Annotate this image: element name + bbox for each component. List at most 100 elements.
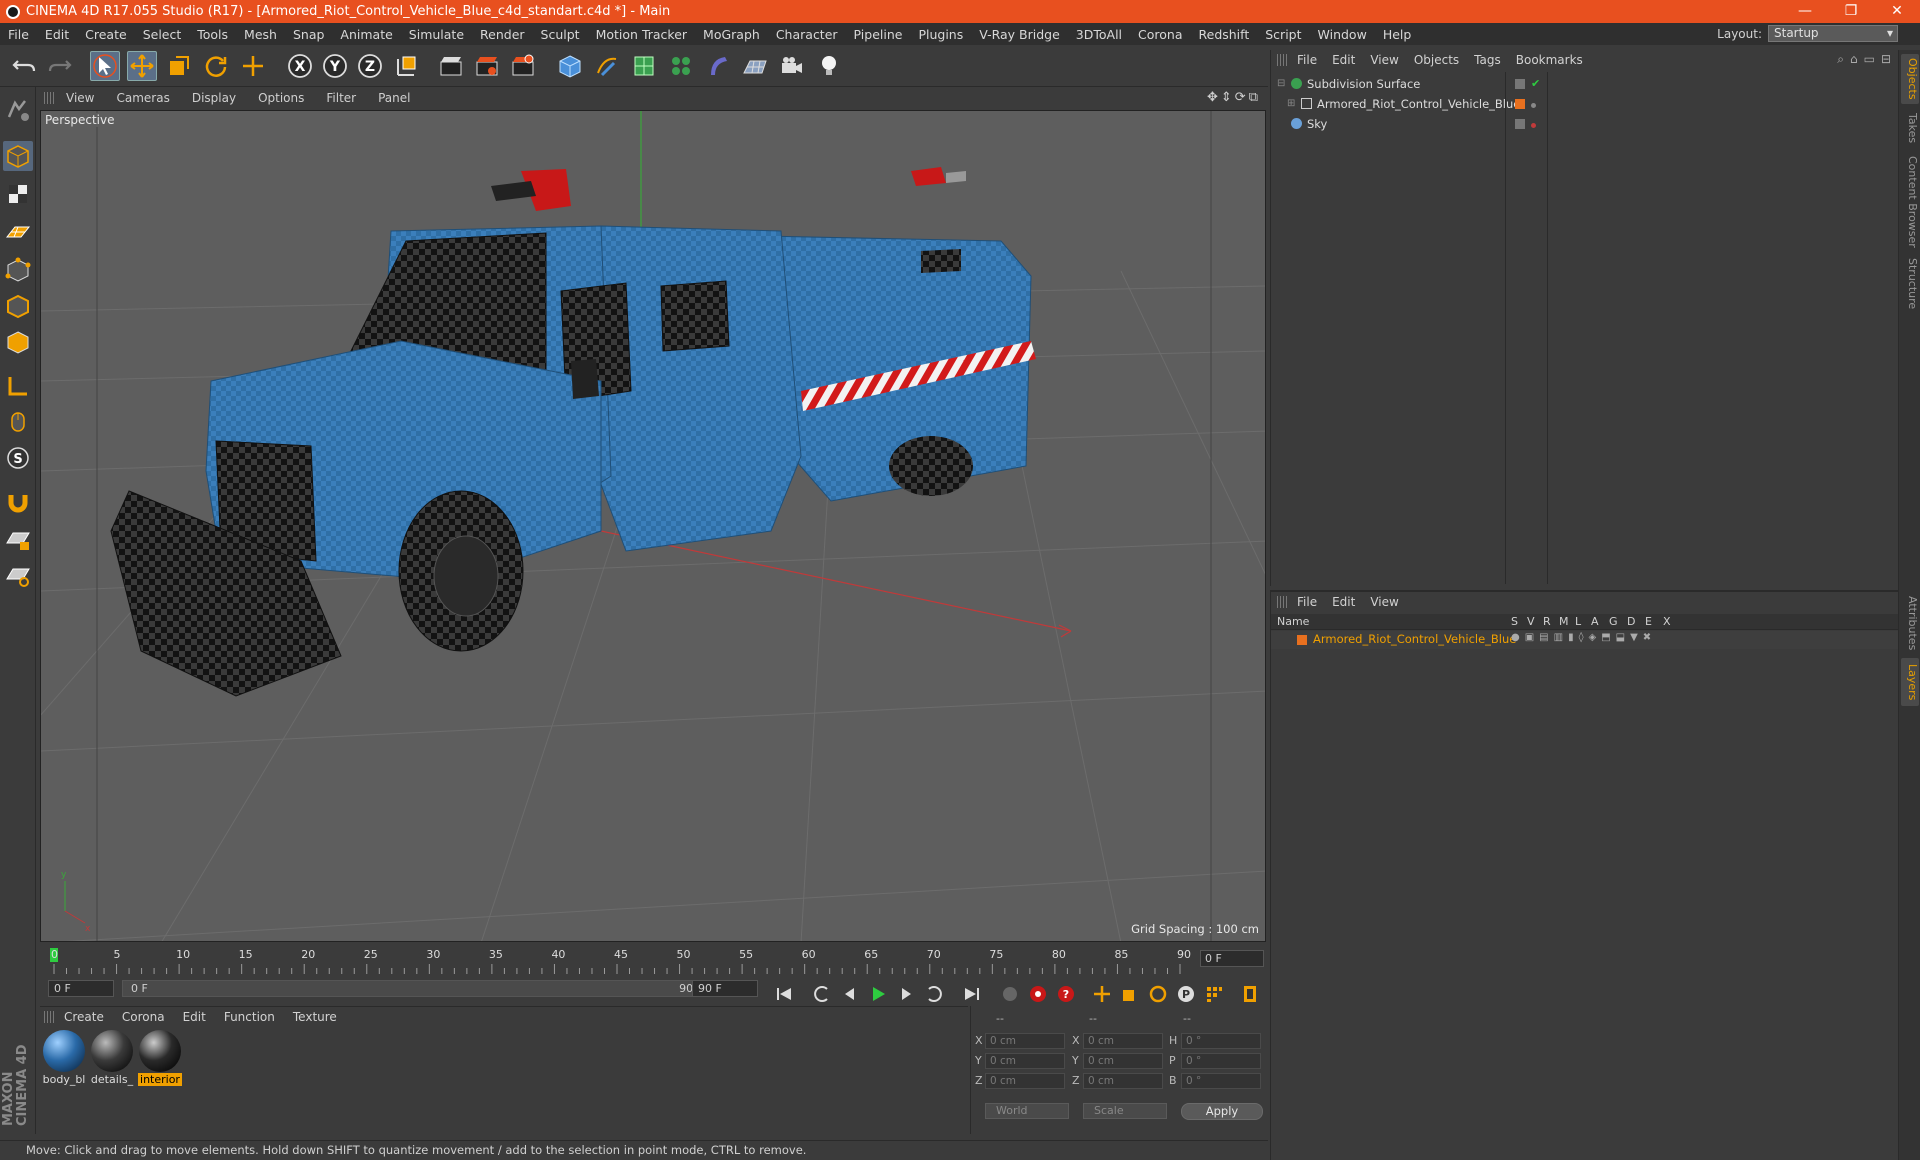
material-interior[interactable]: interior bbox=[138, 1030, 182, 1086]
live-selection-tool[interactable] bbox=[90, 51, 120, 81]
next-frame-button[interactable] bbox=[894, 982, 918, 1006]
deformer-button[interactable] bbox=[703, 51, 733, 81]
menu-motion-tracker[interactable]: Motion Tracker bbox=[588, 27, 695, 42]
rotate-tool[interactable] bbox=[201, 51, 231, 81]
size-mode-select[interactable]: Scale bbox=[1083, 1103, 1167, 1119]
object-menu-view[interactable]: View bbox=[1362, 53, 1405, 67]
material-menu-corona[interactable]: Corona bbox=[114, 1010, 175, 1024]
current-frame-field[interactable]: 0 F bbox=[1200, 950, 1264, 967]
menu-edit[interactable]: Edit bbox=[37, 27, 77, 42]
timeline-window-button[interactable] bbox=[1238, 982, 1262, 1006]
menu-select[interactable]: Select bbox=[135, 27, 190, 42]
workplane-mode-button[interactable] bbox=[3, 217, 33, 247]
points-mode-button[interactable] bbox=[3, 255, 33, 285]
viewport-menu-panel[interactable]: Panel bbox=[368, 91, 422, 105]
key-scale-toggle[interactable] bbox=[1118, 982, 1142, 1006]
tweak-mode-button[interactable] bbox=[3, 407, 33, 437]
visibility-dots-icon[interactable] bbox=[1531, 97, 1536, 111]
menu-simulate[interactable]: Simulate bbox=[401, 27, 472, 42]
menu-help[interactable]: Help bbox=[1375, 27, 1420, 42]
key-rotation-toggle[interactable] bbox=[1146, 982, 1170, 1006]
previous-keyframe-button[interactable] bbox=[810, 982, 834, 1006]
object-menu-edit[interactable]: Edit bbox=[1324, 53, 1362, 67]
menu-window[interactable]: Window bbox=[1310, 27, 1375, 42]
record-position-button[interactable] bbox=[998, 982, 1022, 1006]
object-row-armored-vehicle[interactable]: ⊞ Armored_Riot_Control_Vehicle_Blue bbox=[1275, 94, 1895, 113]
menu-tools[interactable]: Tools bbox=[189, 27, 236, 42]
menu-corona[interactable]: Corona bbox=[1130, 27, 1190, 42]
material-menu-texture[interactable]: Texture bbox=[285, 1010, 347, 1024]
object-menu-bookmarks[interactable]: Bookmarks bbox=[1508, 53, 1590, 67]
rotation-p-field[interactable]: 0 ° bbox=[1181, 1053, 1261, 1069]
viewport-pan-icon[interactable]: ✥ bbox=[1207, 90, 1218, 105]
tree-collapse-icon[interactable]: ⊟ bbox=[1277, 78, 1285, 89]
object-row-sky[interactable]: Sky bbox=[1275, 114, 1895, 133]
enabled-check-icon[interactable]: ✔ bbox=[1531, 77, 1540, 90]
z-axis-lock[interactable]: Z bbox=[355, 51, 385, 81]
previous-frame-button[interactable] bbox=[838, 982, 862, 1006]
tab-layers[interactable]: Layers bbox=[1901, 658, 1919, 706]
material-body-bl[interactable]: body_bl bbox=[42, 1030, 86, 1086]
layer-color-swatch[interactable] bbox=[1297, 635, 1307, 645]
key-pla-toggle[interactable] bbox=[1202, 982, 1226, 1006]
scale-tool[interactable] bbox=[164, 51, 194, 81]
workplane-rotate-button[interactable] bbox=[3, 561, 33, 591]
timeline-ruler[interactable]: 0 5 10 15 20 25 30 35 40 45 50 55 60 65 70 75 80 85 90 bbox=[40, 944, 1266, 978]
render-view-button[interactable] bbox=[436, 51, 466, 81]
camera-button[interactable] bbox=[777, 51, 807, 81]
viewport-maximize-icon[interactable]: ⧉ bbox=[1249, 90, 1258, 105]
menu-script[interactable]: Script bbox=[1257, 27, 1309, 42]
snap-toggle-button[interactable]: S bbox=[3, 443, 33, 473]
render-settings-button[interactable] bbox=[508, 51, 538, 81]
object-menu-file[interactable]: File bbox=[1289, 53, 1324, 67]
subdivision-surface-button[interactable] bbox=[629, 51, 659, 81]
edges-mode-button[interactable] bbox=[3, 291, 33, 321]
position-z-field[interactable]: 0 cm bbox=[985, 1073, 1065, 1089]
position-y-field[interactable]: 0 cm bbox=[985, 1053, 1065, 1069]
axis-mode-button[interactable] bbox=[3, 371, 33, 401]
object-row-subdivision-surface[interactable]: ⊟ Subdivision Surface ✔ bbox=[1275, 74, 1895, 93]
rotation-h-field[interactable]: 0 ° bbox=[1181, 1033, 1261, 1049]
menu-pipeline[interactable]: Pipeline bbox=[846, 27, 911, 42]
menu-vray-bridge[interactable]: V-Ray Bridge bbox=[971, 27, 1068, 42]
apply-button[interactable]: Apply bbox=[1181, 1103, 1263, 1120]
key-parameter-toggle[interactable]: P bbox=[1174, 982, 1198, 1006]
autokeying-button[interactable]: ? bbox=[1054, 982, 1078, 1006]
size-x-field[interactable]: 0 cm bbox=[1083, 1033, 1163, 1049]
layer-flag-icons[interactable]: ●▣▤▥▮◊◈⬒⬓▼✖ bbox=[1511, 632, 1656, 643]
coordinate-space-select[interactable]: World bbox=[985, 1103, 1069, 1119]
material-menu-edit[interactable]: Edit bbox=[175, 1010, 216, 1024]
make-editable-button[interactable] bbox=[3, 95, 33, 125]
object-new-view-icon[interactable]: ▭ bbox=[1864, 52, 1875, 67]
viewport-menu-display[interactable]: Display bbox=[182, 91, 248, 105]
tab-structure[interactable]: Structure bbox=[1901, 254, 1919, 314]
object-search-icon[interactable]: ⌕ bbox=[1837, 52, 1844, 67]
minimize-button[interactable]: — bbox=[1782, 0, 1828, 23]
menu-redshift[interactable]: Redshift bbox=[1191, 27, 1258, 42]
tab-content-browser[interactable]: Content Browser bbox=[1901, 152, 1919, 252]
visibility-dots-icon[interactable] bbox=[1531, 117, 1536, 131]
size-z-field[interactable]: 0 cm bbox=[1083, 1073, 1163, 1089]
object-expand-icon[interactable]: ⊟ bbox=[1881, 52, 1891, 67]
move-tool[interactable] bbox=[127, 51, 157, 81]
preview-range-slider[interactable]: 0 F 90 F bbox=[122, 980, 722, 997]
menu-file[interactable]: File bbox=[0, 27, 37, 42]
end-frame-field[interactable]: 90 F bbox=[692, 980, 758, 997]
play-button[interactable] bbox=[866, 982, 890, 1006]
start-frame-field[interactable]: 0 F bbox=[48, 980, 114, 997]
tree-expand-icon[interactable]: ⊞ bbox=[1287, 98, 1295, 109]
layout-select[interactable]: Startup bbox=[1768, 25, 1898, 42]
menu-character[interactable]: Character bbox=[768, 27, 846, 42]
key-position-toggle[interactable] bbox=[1090, 982, 1114, 1006]
layer-menu-file[interactable]: File bbox=[1289, 595, 1324, 609]
recent-tool[interactable] bbox=[238, 51, 268, 81]
viewport-zoom-icon[interactable]: ⇕ bbox=[1221, 90, 1232, 105]
menu-animate[interactable]: Animate bbox=[332, 27, 400, 42]
menu-plugins[interactable]: Plugins bbox=[910, 27, 971, 42]
perspective-viewport[interactable]: y x Perspective Grid Spacing : 100 cm bbox=[40, 110, 1266, 942]
cloner-button[interactable] bbox=[666, 51, 696, 81]
light-button[interactable] bbox=[814, 51, 844, 81]
go-to-end-button[interactable] bbox=[960, 982, 984, 1006]
maximize-button[interactable]: ❐ bbox=[1828, 0, 1874, 23]
polygons-mode-button[interactable] bbox=[3, 327, 33, 357]
